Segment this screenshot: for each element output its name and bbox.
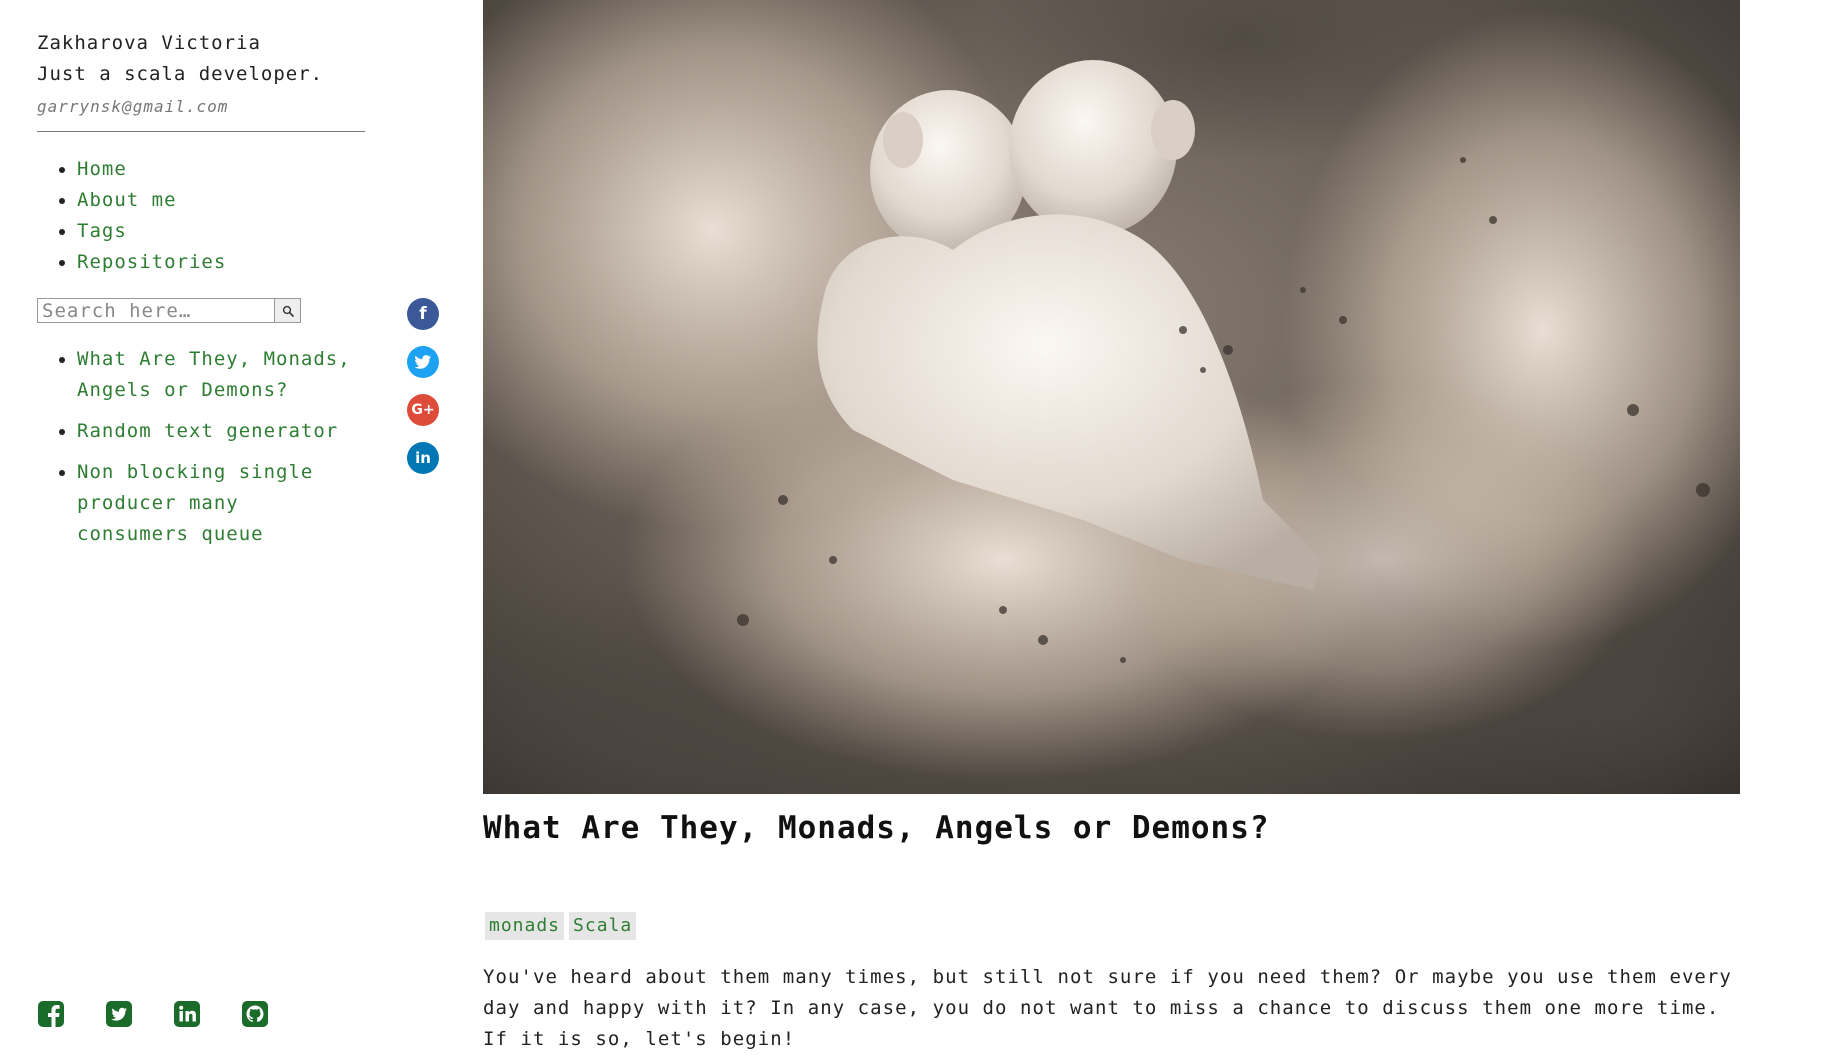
linkedin-icon: in	[415, 449, 431, 467]
recent-post-item: Non blocking single producer many consum…	[77, 457, 357, 550]
recent-post-item: Random text generator	[77, 416, 357, 447]
nav-item-tags: Tags	[77, 216, 226, 247]
author-name: Zakharova Victoria	[37, 32, 261, 54]
share-facebook-button[interactable]: f	[407, 298, 439, 330]
angel-figurines-image	[483, 0, 1740, 794]
share-twitter-button[interactable]	[407, 346, 439, 378]
post-hero-image	[483, 0, 1740, 794]
google-plus-icon: G+	[411, 402, 435, 418]
nav-link-home[interactable]: Home	[77, 158, 127, 180]
twitter-square-icon[interactable]	[105, 1000, 133, 1028]
sidebar: Zakharova Victoria Just a scala develope…	[37, 0, 367, 1038]
post-intro: You've heard about them many times, but …	[483, 966, 1732, 1050]
search-form	[37, 298, 301, 323]
author-tagline: Just a scala developer.	[37, 63, 324, 85]
facebook-icon: f	[419, 304, 427, 324]
nav-item-home: Home	[77, 154, 226, 185]
tag-scala[interactable]: Scala	[569, 912, 637, 940]
recent-post-link[interactable]: Random text generator	[77, 420, 338, 442]
main-nav: Home About me Tags Repositories	[37, 154, 226, 278]
recent-posts-list: What Are They, Monads, Angels or Demons?…	[37, 344, 357, 560]
linkedin-square-icon[interactable]	[173, 1000, 201, 1028]
search-input[interactable]	[37, 298, 275, 323]
share-linkedin-button[interactable]: in	[407, 442, 439, 474]
nav-link-about[interactable]: About me	[77, 189, 177, 211]
twitter-icon	[415, 355, 431, 369]
facebook-square-icon[interactable]	[37, 1000, 65, 1028]
tag-monads[interactable]: monads	[485, 912, 565, 940]
nav-item-repositories: Repositories	[77, 247, 226, 278]
post-title: What Are They, Monads, Angels or Demons?	[483, 810, 1270, 846]
nav-link-tags[interactable]: Tags	[77, 220, 127, 242]
share-google-plus-button[interactable]: G+	[407, 394, 439, 426]
recent-post-item: What Are They, Monads, Angels or Demons?	[77, 344, 357, 406]
recent-post-link[interactable]: Non blocking single producer many consum…	[77, 461, 313, 545]
nav-item-about: About me	[77, 185, 226, 216]
nav-link-repositories[interactable]: Repositories	[77, 251, 226, 273]
magnifier-icon	[282, 305, 294, 317]
social-profile-links	[37, 1000, 269, 1028]
post-tags: monads Scala	[485, 912, 637, 940]
sidebar-divider	[37, 131, 365, 132]
github-square-icon[interactable]	[241, 1000, 269, 1028]
share-buttons: f G+ in	[407, 298, 439, 490]
recent-post-link[interactable]: What Are They, Monads, Angels or Demons?	[77, 348, 351, 401]
author-email-link[interactable]: garrynsk@gmail.com	[37, 97, 228, 116]
search-button[interactable]	[275, 298, 301, 323]
